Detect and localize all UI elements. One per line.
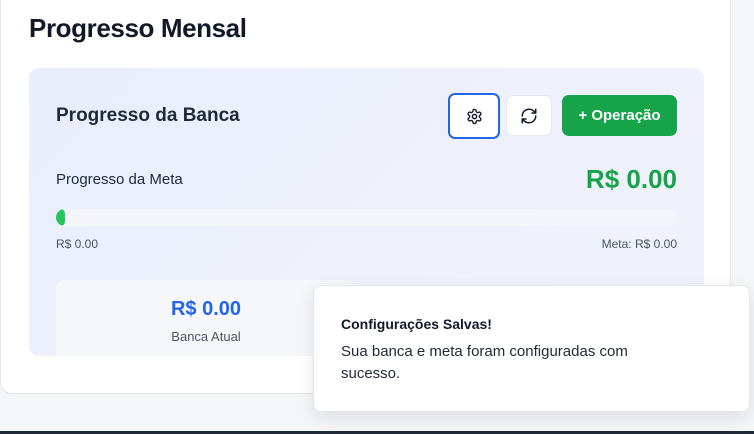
goal-progress-label: Progresso da Meta	[56, 171, 183, 188]
stat-label: Banca Atual	[171, 329, 241, 344]
progress-range-end: Meta: R$ 0.00	[601, 237, 677, 251]
toast-title: Configurações Salvas!	[341, 316, 492, 332]
stat-card-current-bankroll: R$ 0.00 Banca Atual	[56, 280, 356, 356]
refresh-icon	[520, 107, 538, 125]
progress-range-start: R$ 0.00	[56, 237, 99, 251]
add-operation-button[interactable]: + Operação	[562, 95, 677, 136]
toast-message: Sua banca e meta foram configuradas com …	[341, 343, 628, 382]
goal-progress-fill	[56, 209, 65, 226]
page: Progresso Mensal Progresso da Banca + Op…	[0, 0, 754, 434]
goal-progress-value: R$ 0.00	[585, 164, 677, 194]
section-title: Progresso Mensal	[29, 13, 247, 43]
goal-progress-bar	[56, 209, 677, 226]
success-toast: Configurações Salvas! Sua banca e meta f…	[313, 285, 750, 412]
stat-value: R$ 0.00	[170, 298, 242, 320]
refresh-button[interactable]	[506, 95, 552, 136]
gear-icon	[466, 108, 483, 125]
settings-button[interactable]	[448, 93, 500, 139]
panel-title: Progresso da Banca	[56, 105, 240, 126]
